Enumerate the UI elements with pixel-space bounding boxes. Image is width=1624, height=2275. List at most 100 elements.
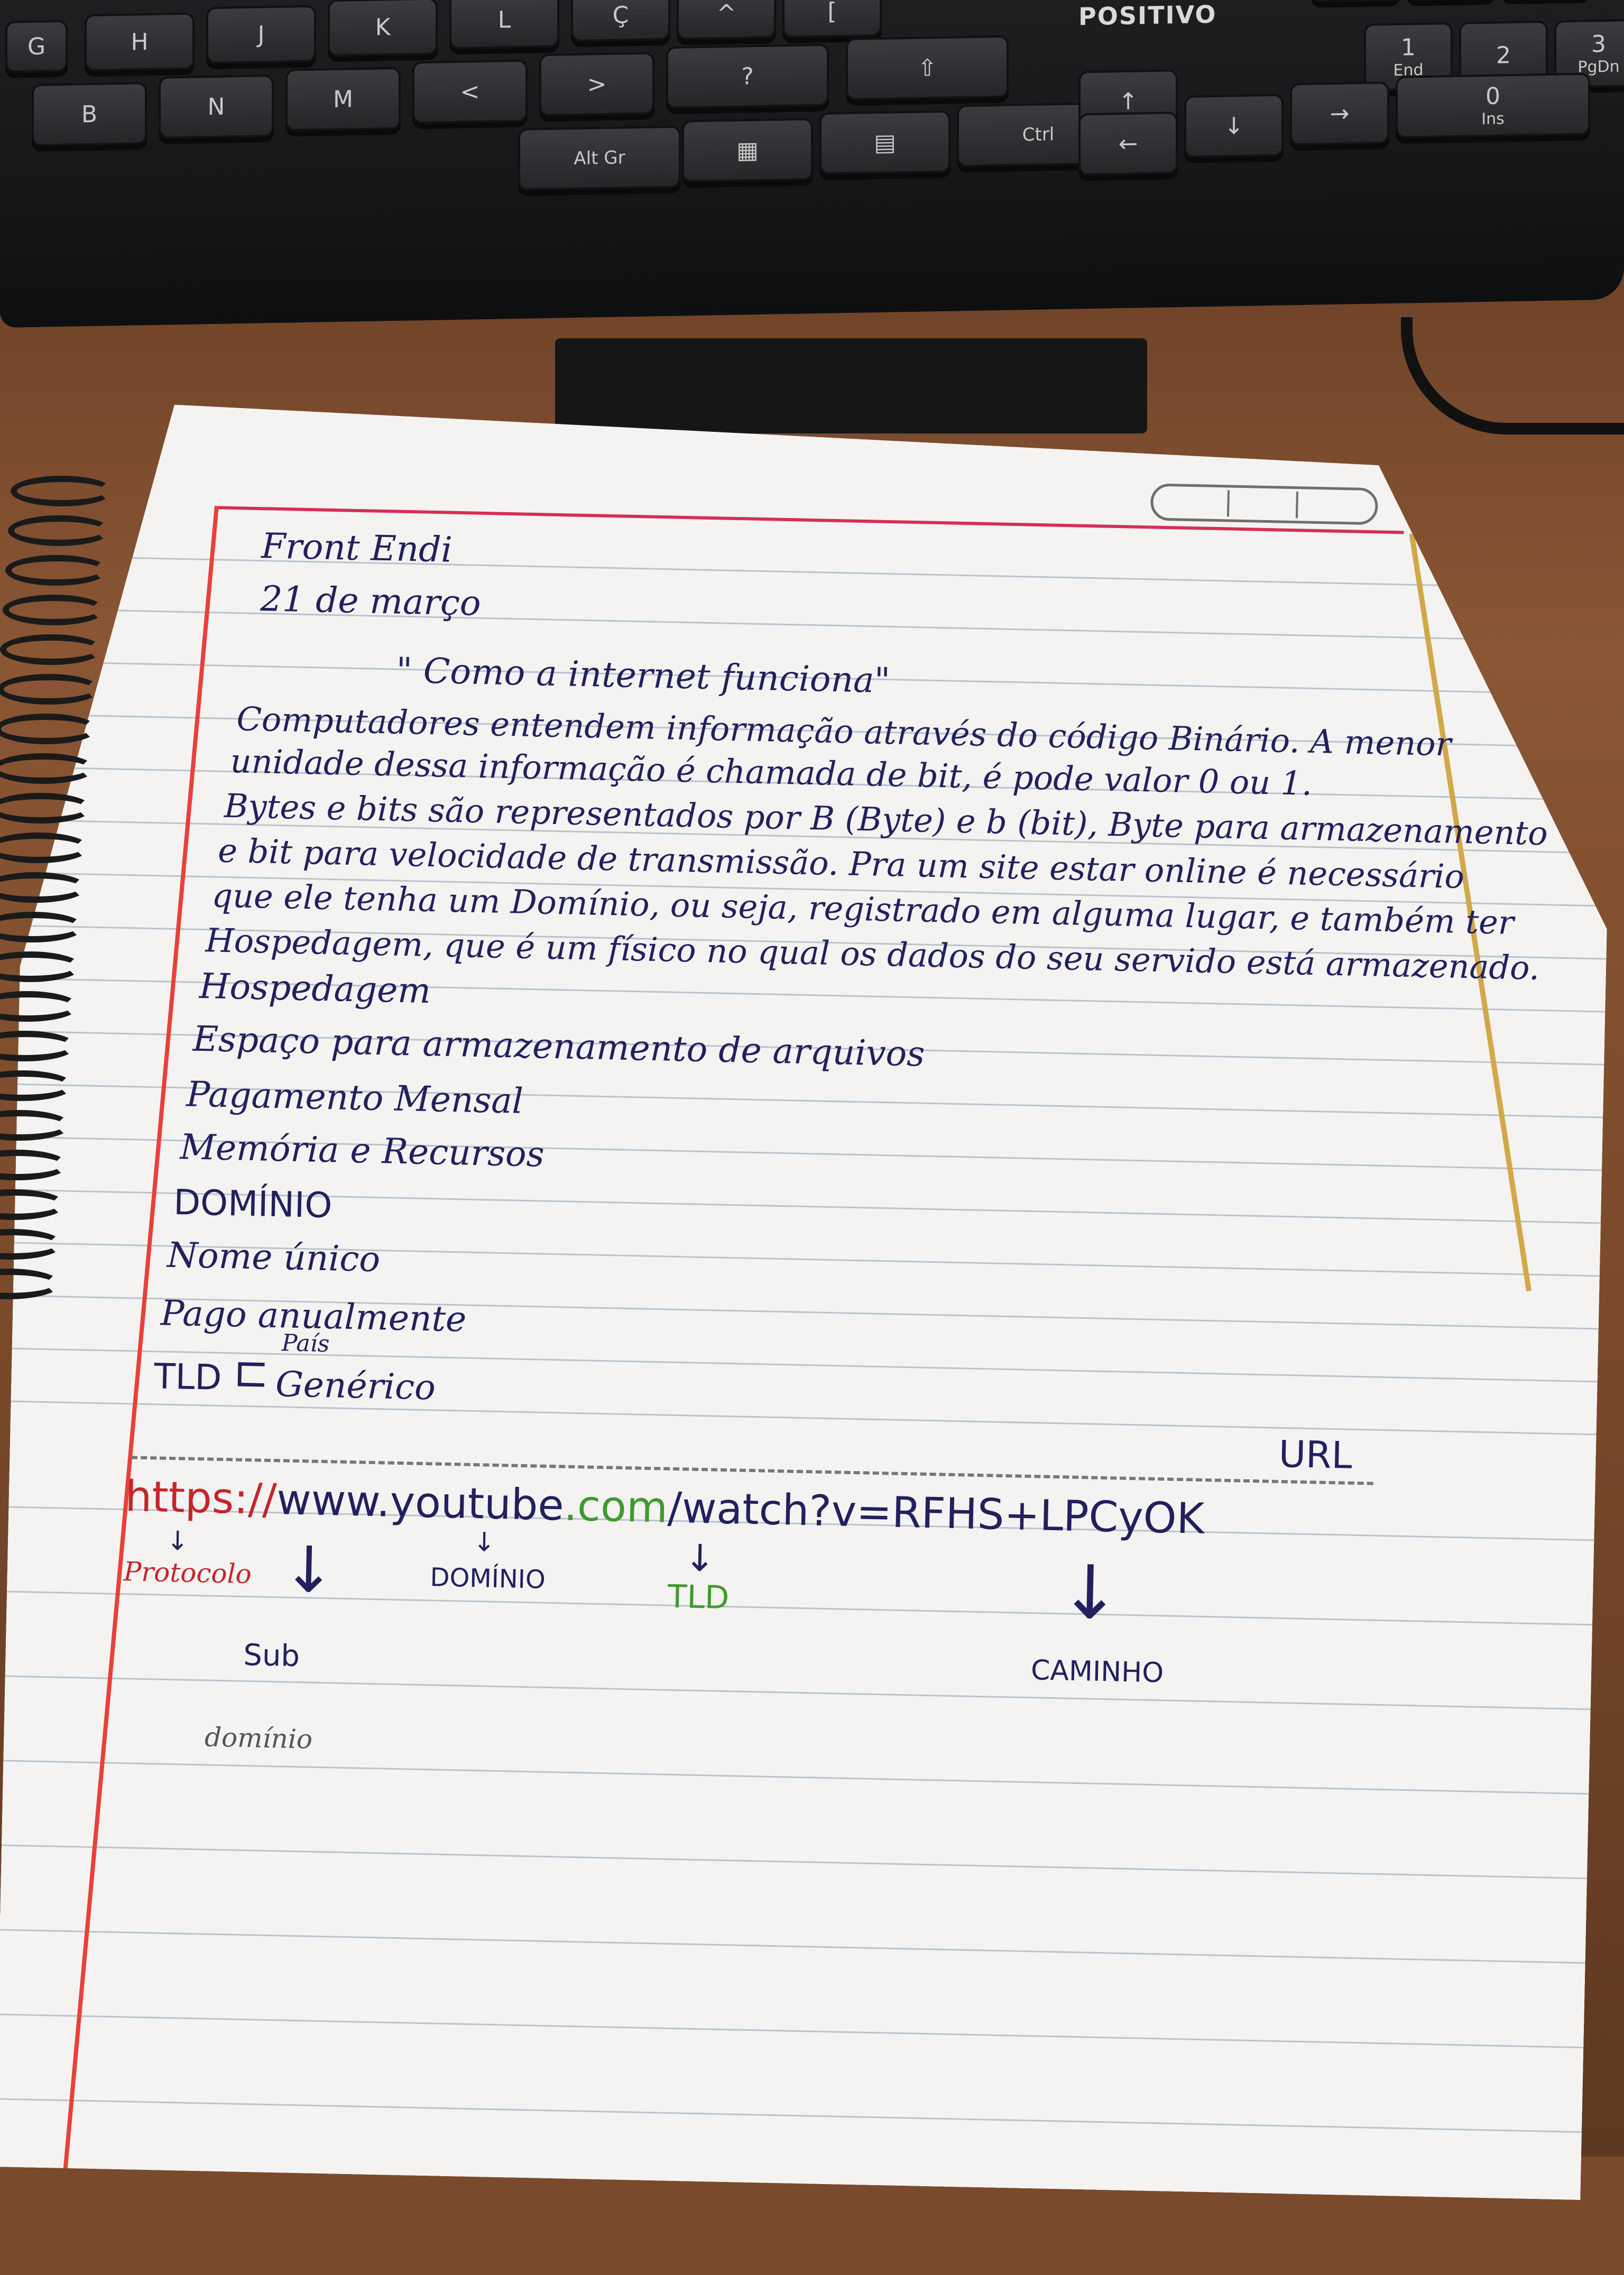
key-label: ? bbox=[741, 62, 754, 90]
key-menu[interactable]: ▤ bbox=[819, 110, 951, 175]
key-label: N bbox=[207, 93, 225, 121]
key-shift-right[interactable]: ⇧ bbox=[846, 35, 1009, 101]
spiral-coil bbox=[0, 674, 100, 705]
arrow-down-icon: ↓ bbox=[166, 1525, 189, 1557]
key-label: M bbox=[333, 85, 353, 113]
page-rule bbox=[11, 1401, 1596, 1436]
key-label: 5 bbox=[1443, 0, 1458, 1]
key-label: [ bbox=[827, 0, 837, 25]
arrow-down-icon: ↓ bbox=[281, 1533, 336, 1608]
key-label: K bbox=[375, 13, 391, 41]
spiral-coil bbox=[5, 555, 108, 586]
list-item: Espaço para armazenamento de arquivos bbox=[192, 1018, 925, 1075]
key-arrow-down[interactable]: ↓ bbox=[1184, 94, 1284, 158]
key-b[interactable]: B bbox=[32, 82, 147, 146]
key-label: G bbox=[27, 32, 46, 60]
key-5[interactable]: 5 bbox=[1406, 0, 1495, 1]
page-rule bbox=[7, 1591, 1592, 1626]
key-question[interactable]: ? bbox=[666, 43, 829, 109]
page-rule bbox=[0, 1929, 1585, 1964]
branch-icon: ⊏ bbox=[233, 1347, 270, 1397]
key-windows[interactable]: ▦ bbox=[682, 118, 813, 183]
key-sub-label: Ins bbox=[1481, 109, 1505, 129]
date-heading: 21 de março bbox=[260, 578, 482, 624]
spiral-coil bbox=[0, 634, 103, 665]
keyboard: G H J K L Ç ^ [ 4 5 6 B N M < > ? ⇧ 1End… bbox=[0, 0, 1624, 328]
key-label: Alt Gr bbox=[574, 147, 625, 170]
shift-icon: ⇧ bbox=[917, 54, 937, 82]
arrow-left-icon: ← bbox=[1118, 130, 1138, 158]
windows-icon: ▦ bbox=[736, 136, 759, 164]
key-label: 1 bbox=[1401, 34, 1416, 61]
arrow-down-icon: ↓ bbox=[473, 1526, 496, 1558]
tld-label: TLD bbox=[153, 1356, 223, 1398]
key-label: ^ bbox=[716, 0, 736, 27]
page-rule bbox=[3, 1760, 1589, 1795]
list-item: Hospedagem bbox=[199, 965, 431, 1012]
key-label: 4 bbox=[1348, 0, 1363, 3]
keyboard-brand-logo: POSITIVO bbox=[1078, 0, 1217, 31]
arrow-up-icon: ↑ bbox=[1118, 87, 1138, 115]
protocol-label: Protocolo bbox=[123, 1556, 252, 1590]
list-item: Pagamento Mensal bbox=[186, 1074, 524, 1122]
key-bracket[interactable]: [ bbox=[782, 0, 882, 39]
spiral-coil bbox=[3, 595, 105, 625]
spiral-coil bbox=[11, 476, 113, 506]
key-label: > bbox=[587, 70, 607, 98]
url-path: /watch?v=RFHS+LPCyOK bbox=[667, 1483, 1205, 1543]
arrow-down-icon: ↓ bbox=[1224, 112, 1244, 140]
key-label: L bbox=[497, 6, 511, 34]
key-caret[interactable]: ^ bbox=[677, 0, 776, 40]
subdomain-label-2: domínio bbox=[204, 1722, 313, 1755]
list-item: DOMÍNIO bbox=[173, 1181, 333, 1226]
key-less-than[interactable]: < bbox=[412, 59, 528, 124]
key-h[interactable]: H bbox=[85, 12, 195, 72]
key-arrow-right[interactable]: → bbox=[1290, 81, 1389, 146]
url-tld: .com bbox=[563, 1481, 668, 1532]
key-greater-than[interactable]: > bbox=[539, 52, 654, 117]
key-label: 2 bbox=[1496, 41, 1511, 69]
url-subdomain: www. bbox=[276, 1475, 391, 1527]
tld-url-label: TLD bbox=[667, 1578, 730, 1617]
list-item: Memória e Recursos bbox=[179, 1126, 545, 1175]
arrow-right-icon: → bbox=[1330, 99, 1350, 127]
page-rule bbox=[2, 1844, 1587, 1879]
note-title: " Como a internet funciona" bbox=[395, 650, 891, 701]
key-label: 0 bbox=[1485, 82, 1500, 110]
arrow-down-icon: ↓ bbox=[1058, 1549, 1122, 1637]
key-label: < bbox=[460, 78, 480, 106]
list-item: Nome único bbox=[167, 1234, 381, 1280]
page-rule bbox=[5, 1675, 1590, 1710]
key-n[interactable]: N bbox=[159, 74, 274, 139]
key-label: B bbox=[81, 100, 98, 128]
page-rule bbox=[0, 2098, 1582, 2133]
tld-option-generic: Genérico bbox=[275, 1364, 436, 1408]
domain-label: DOMÍNIO bbox=[429, 1562, 546, 1595]
key-g[interactable]: G bbox=[5, 20, 68, 73]
page-rule bbox=[0, 2013, 1583, 2048]
spiral-coil bbox=[8, 515, 110, 546]
key-m[interactable]: M bbox=[285, 67, 401, 132]
url-domain: youtube bbox=[389, 1477, 565, 1530]
key-label: Ctrl bbox=[1022, 124, 1055, 146]
key-0-ins[interactable]: 0 Ins bbox=[1396, 72, 1590, 138]
key-arrow-left[interactable]: ← bbox=[1078, 112, 1178, 176]
key-label: 3 bbox=[1591, 30, 1606, 58]
key-j[interactable]: J bbox=[206, 5, 316, 64]
menu-icon: ▤ bbox=[874, 128, 896, 156]
path-label: CAMINHO bbox=[1030, 1654, 1164, 1689]
arrow-down-icon: ↓ bbox=[684, 1536, 716, 1580]
key-altgr[interactable]: Alt Gr bbox=[518, 125, 681, 191]
key-4[interactable]: 4 bbox=[1311, 0, 1400, 3]
tld-option-country: País bbox=[281, 1329, 330, 1358]
url-example: https://www.youtube.com/watch?v=RFHS+LPC… bbox=[125, 1472, 1205, 1543]
key-label: Ç bbox=[612, 1, 629, 29]
key-l[interactable]: L bbox=[449, 0, 559, 50]
subdomain-label: Sub bbox=[243, 1638, 300, 1674]
url-label: URL bbox=[1278, 1432, 1353, 1477]
subject-heading: Front Endi bbox=[261, 525, 453, 570]
key-label: J bbox=[257, 21, 265, 48]
key-c-cedilla[interactable]: Ç bbox=[571, 0, 670, 42]
key-k[interactable]: K bbox=[328, 0, 438, 57]
monitor-stand-base bbox=[555, 338, 1147, 433]
